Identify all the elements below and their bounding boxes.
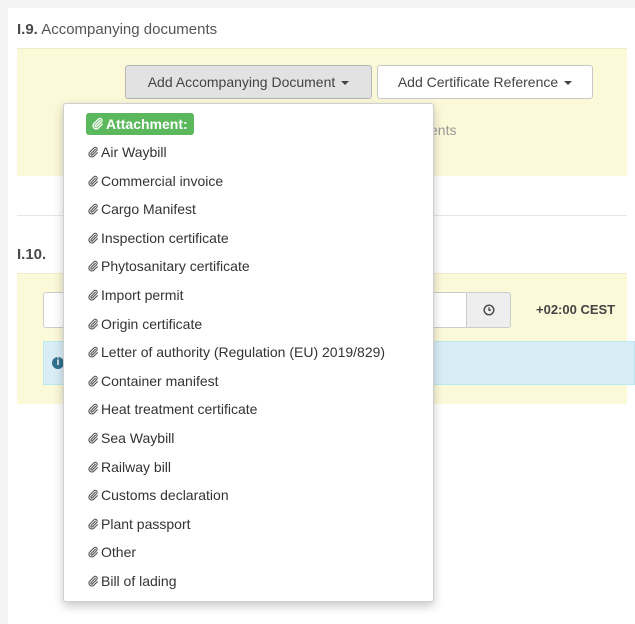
- clock-button[interactable]: [466, 292, 511, 328]
- dropdown-item-label: Phytosanitary certificate: [101, 258, 250, 275]
- dropdown-item-label: Letter of authority (Regulation (EU) 201…: [101, 344, 386, 361]
- paperclip-icon: [88, 318, 98, 330]
- paperclip-icon: [88, 289, 98, 301]
- dropdown-item-label: Bill of lading: [101, 572, 177, 589]
- paperclip-icon: [88, 461, 98, 473]
- dropdown-item-label: Plant passport: [101, 515, 191, 532]
- dropdown-item-label: Import permit: [101, 286, 184, 303]
- paperclip-icon: [92, 117, 103, 130]
- paperclip-icon: [88, 547, 98, 558]
- dropdown-item-label: Sea Waybill: [101, 429, 175, 446]
- paperclip-icon: [88, 204, 98, 215]
- caret-down-icon: [341, 81, 350, 86]
- section-title-accompanying-documents: I.9. Accompanying documents: [17, 21, 217, 38]
- section-number: I.9.: [17, 21, 38, 38]
- dropdown-item[interactable]: Commercial invoice: [64, 167, 433, 196]
- dropdown-item-label: Other: [101, 544, 137, 561]
- dropdown-item[interactable]: Import permit: [64, 281, 433, 310]
- dropdown-item[interactable]: Sea Waybill: [64, 424, 433, 453]
- add-accompanying-document-button[interactable]: Add Accompanying Document: [125, 65, 372, 99]
- attachment-header-label: Attachment:: [106, 116, 188, 132]
- paperclip-icon: [88, 347, 98, 358]
- add-certificate-reference-button[interactable]: Add Certificate Reference: [377, 65, 593, 99]
- add-certificate-reference-label: Add Certificate Reference: [397, 74, 559, 90]
- dropdown-item[interactable]: Plant passport: [64, 510, 433, 539]
- dropdown-item[interactable]: Letter of authority (Regulation (EU) 201…: [64, 338, 433, 367]
- paperclip-icon: [88, 146, 98, 158]
- paperclip-icon: [88, 489, 98, 501]
- section-number: I.10.: [17, 246, 47, 263]
- dropdown-item-label: Railway bill: [101, 458, 172, 475]
- dropdown-item-label: Air Waybill: [101, 144, 167, 160]
- dropdown-item-label: Customs declaration: [101, 487, 229, 504]
- section-title-text: Accompanying documents: [41, 21, 218, 38]
- dropdown-item-label: Container manifest: [101, 372, 219, 389]
- dropdown-item[interactable]: Customs declaration: [64, 481, 433, 510]
- accompanying-document-dropdown-menu: Attachment: Air Waybill Commercial invoic…: [63, 103, 434, 602]
- dropdown-item[interactable]: Cargo Manifest: [64, 195, 433, 224]
- paperclip-icon: [88, 232, 98, 244]
- attachment-category-header: Attachment:: [86, 113, 194, 135]
- paperclip-icon: [88, 375, 98, 387]
- caret-down-icon: [564, 81, 573, 86]
- dropdown-item[interactable]: Air Waybill: [64, 138, 433, 167]
- paperclip-icon: [88, 518, 98, 530]
- paperclip-icon: [88, 404, 98, 415]
- dropdown-item[interactable]: Other: [64, 538, 433, 567]
- dropdown-item[interactable]: Origin certificate: [64, 310, 433, 339]
- attachment-type-list: Air Waybill Commercial invoice Cargo Manif…: [64, 138, 433, 596]
- dropdown-item-label: Heat treatment certificate: [101, 401, 258, 418]
- add-accompanying-document-label: Add Accompanying Document: [147, 74, 336, 90]
- dropdown-item-label: Cargo Manifest: [101, 201, 196, 218]
- paperclip-icon: [88, 432, 98, 444]
- timezone-label: +02:00 CEST: [536, 302, 616, 317]
- dropdown-item[interactable]: Phytosanitary certificate: [64, 252, 433, 281]
- paperclip-icon: [88, 175, 98, 187]
- dropdown-item-label: Commercial invoice: [101, 172, 224, 189]
- dropdown-item[interactable]: Railway bill: [64, 453, 433, 482]
- section-title-110: I.10.: [17, 246, 46, 263]
- dropdown-item-label: Origin certificate: [101, 315, 203, 332]
- dropdown-item[interactable]: Container manifest: [64, 367, 433, 396]
- dropdown-item[interactable]: Heat treatment certificate: [64, 395, 433, 424]
- paperclip-icon: [88, 261, 98, 272]
- clock-icon: [482, 304, 495, 316]
- dropdown-item[interactable]: Inspection certificate: [64, 224, 433, 253]
- dropdown-item-label: Inspection certificate: [101, 229, 229, 246]
- paperclip-icon: [88, 575, 98, 587]
- dropdown-item[interactable]: Bill of lading: [64, 567, 433, 596]
